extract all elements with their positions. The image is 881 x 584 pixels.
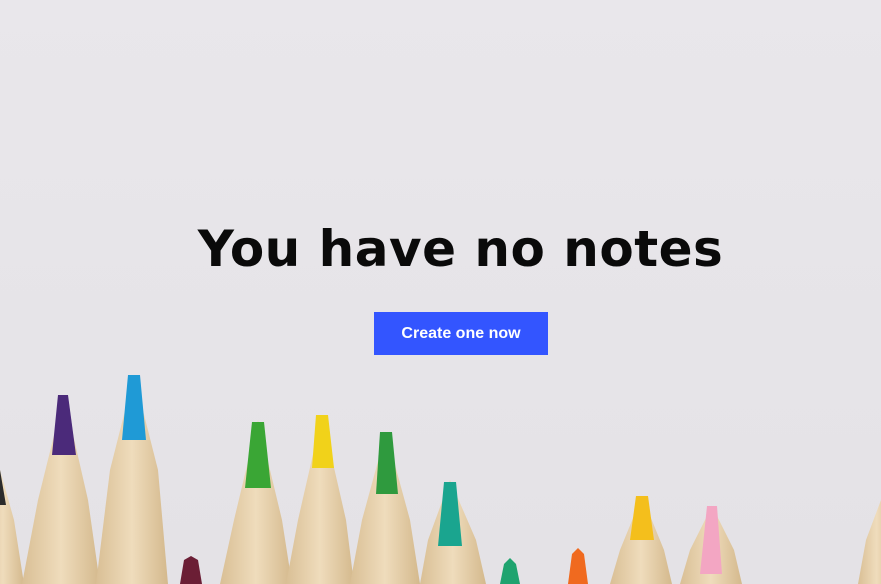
empty-notes-state: You have no notes Create one now bbox=[0, 0, 881, 584]
create-note-button[interactable]: Create one now bbox=[374, 312, 548, 355]
empty-notes-title: You have no notes bbox=[197, 220, 724, 278]
